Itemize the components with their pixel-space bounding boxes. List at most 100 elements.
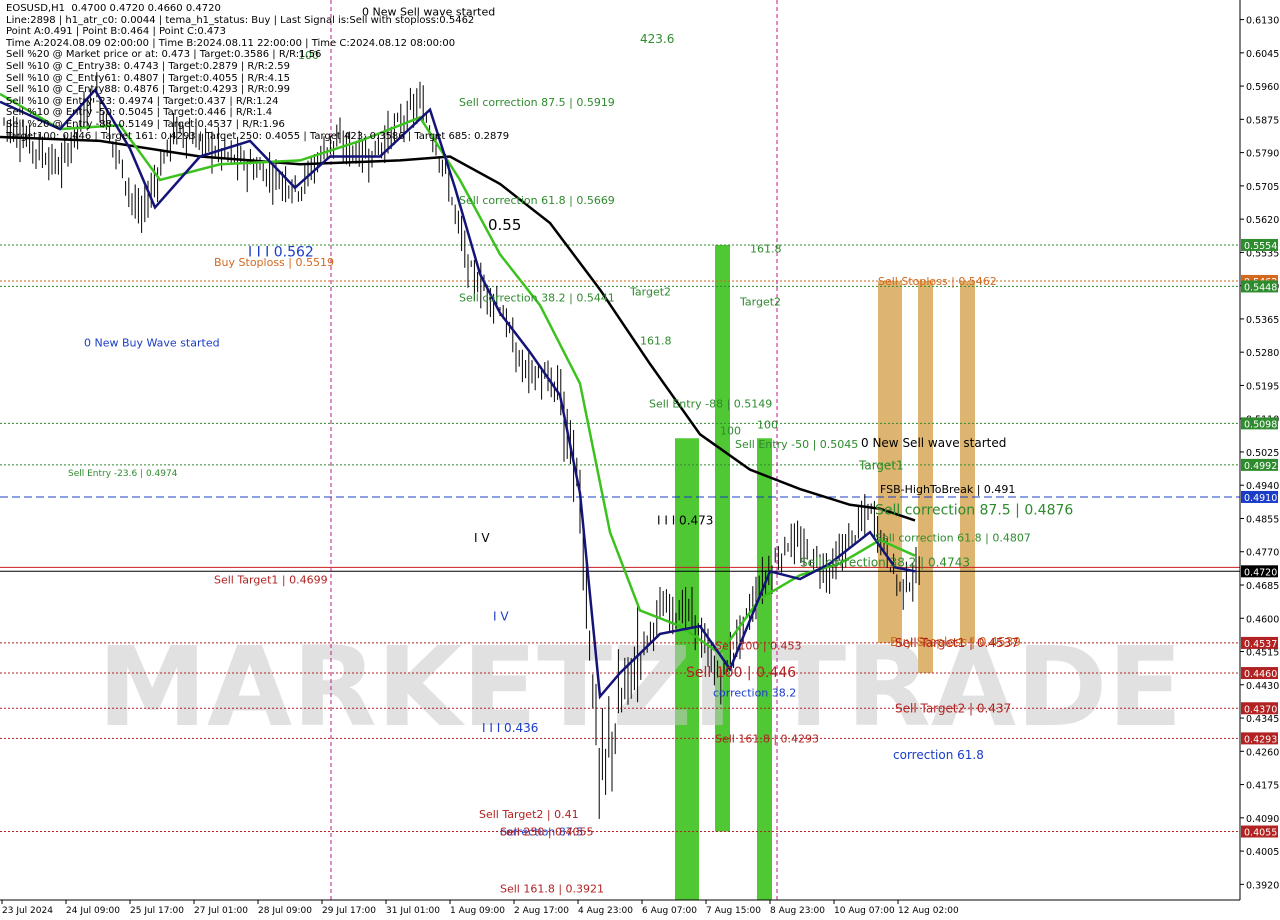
level-price-label: 0.4992 [1244, 461, 1277, 472]
price-tick-label: 0.4600 [1246, 614, 1279, 625]
time-tick-label: 1 Aug 09:00 [450, 906, 505, 916]
price-tick-label: 0.4855 [1246, 514, 1279, 525]
price-tick-label: 0.5620 [1246, 215, 1279, 226]
chart-annotation: Sell Target2 | 0.41 [479, 808, 579, 821]
price-tick-label: 0.5280 [1246, 348, 1279, 359]
level-price-label: 0.4370 [1244, 704, 1277, 715]
time-tick-label: 29 Jul 17:00 [322, 906, 376, 916]
chart-annotation: Sell Target1 | 0.4699 [214, 574, 328, 587]
chart-annotation: I I I 0.436 [482, 721, 538, 735]
chart-annotation: Sell Entry -50 | 0.5045 [735, 438, 858, 451]
info-line: Sell %20 @ Market price or at: 0.473 | T… [6, 49, 322, 61]
time-tick-label: 28 Jul 09:00 [258, 906, 312, 916]
chart-annotation: 0.55 [488, 216, 521, 234]
chart-annotation: correction 61.8 [893, 748, 984, 762]
info-line: Sell %10 @ C_Entry61: 0.4807 | Target:0.… [6, 72, 291, 84]
chart-annotation: Target1 [858, 459, 904, 473]
chart-annotation: Sell Target2 | 0.437 [895, 701, 1011, 715]
info-line: Time A:2024.08.09 02:00:00 | Time B:2024… [6, 37, 456, 49]
time-tick-label: 8 Aug 23:00 [770, 906, 825, 916]
chart-annotation: Sell 250 | 0.4055 [500, 826, 594, 839]
info-panel: EOSUSD,H1 0.4700 0.4720 0.4660 0.4720 Lin… [6, 3, 509, 142]
time-tick-label: 24 Jul 09:00 [66, 906, 120, 916]
chart-annotation: I V [493, 609, 509, 623]
time-tick-label: 4 Aug 23:00 [578, 906, 633, 916]
price-tick-label: 0.5365 [1246, 315, 1279, 326]
chart-annotation: Sell Stoploss | 0.5462 [878, 275, 997, 288]
chart-annotation: Sell Entry -88 | 0.5149 [649, 397, 772, 410]
level-price-label: 0.5448 [1244, 282, 1277, 293]
info-line: Sell %10 @ C_Entry88: 0.4876 | Target:0.… [6, 84, 291, 96]
info-line: Line:2898 | h1_atr_c0: 0.0044 | tema_h1_… [6, 14, 475, 26]
time-tick-label: 31 Jul 01:00 [386, 906, 440, 916]
chart-annotation: 100 [757, 419, 778, 432]
info-line: Sell %10 @ Entry -50: 0.5045 | Target:0.… [6, 107, 273, 119]
price-tick-label: 0.4175 [1246, 781, 1279, 792]
price-tick-label: 0.4770 [1246, 548, 1279, 559]
chart-annotation: Sell correction 38.2 | 0.4743 [800, 555, 970, 569]
price-tick-label: 0.5960 [1246, 82, 1279, 93]
level-price-label: 0.5098 [1244, 419, 1277, 430]
time-tick-label: 6 Aug 07:00 [642, 906, 697, 916]
price-tick-label: 0.4430 [1246, 681, 1279, 692]
chart-annotation: Sell 100 | 0.453 [715, 640, 802, 653]
time-tick-label: 25 Jul 17:00 [130, 906, 184, 916]
price-tick-label: 0.4005 [1246, 847, 1279, 858]
chart-annotation: FSB-HighToBreak | 0.491 [880, 483, 1015, 496]
chart-annotation: 161.8 [750, 242, 782, 255]
price-tick-label: 0.5025 [1246, 448, 1279, 459]
chart-annotation: Sell 161.8 | 0.3921 [500, 882, 604, 895]
chart-annotation: Sell correction 61.8 | 0.5669 [459, 194, 615, 207]
price-tick-label: 0.5195 [1246, 381, 1279, 392]
level-price-label: 0.5554 [1244, 241, 1277, 252]
chart-annotation: Sell correction 87.5 | 0.4876 [875, 502, 1073, 518]
chart-annotation: Target2 [739, 295, 781, 308]
info-line: Sell %10 @ Entry -23: 0.4974 | Target:0.… [6, 95, 279, 107]
price-axis: 0.6130 0.6045 0.5960 0.5875 0.5790 0.5705 0.56… [1239, 0, 1279, 900]
price-tick-label: 0.6130 [1246, 16, 1279, 27]
level-price-label: 0.4910 [1244, 493, 1277, 504]
price-tick-label: 0.4685 [1246, 581, 1279, 592]
time-tick-label: 12 Aug 02:00 [898, 906, 959, 916]
chart-annotation: Sell Entry -23.6 | 0.4974 [68, 469, 178, 479]
time-tick-label: 27 Jul 01:00 [194, 906, 248, 916]
chart-annotation: Target2 [629, 286, 671, 299]
price-tick-label: 0.5705 [1246, 182, 1279, 193]
chart-annotation: 0 New Buy Wave started [84, 336, 220, 349]
chart-annotation: 423.6 [640, 32, 674, 46]
sell-zone-2 [918, 280, 933, 674]
info-line: Target100: 0.446 | Target 161: 0.4293 | … [6, 130, 510, 142]
time-tick-label: 2 Aug 17:00 [514, 906, 569, 916]
info-line: Sell %10 @ C_Entry38: 0.4743 | Target:0.… [6, 60, 291, 72]
time-tick-label: 7 Aug 15:00 [706, 906, 761, 916]
info-line: EOSUSD,H1 0.4700 0.4720 0.4660 0.4720 [6, 3, 221, 14]
chart-annotation: 0 New Sell wave started [861, 436, 1006, 450]
price-tick-label: 0.4940 [1246, 481, 1279, 492]
chart-annotation: I V [474, 531, 490, 545]
time-axis: 23 Jul 2024 24 Jul 09:00 25 Jul 17:00 27 Ju… [0, 899, 1240, 916]
level-price-label: 0.4460 [1244, 669, 1277, 680]
chart-annotation: 161.8 [640, 334, 672, 347]
level-price-label: 0.4537 [1244, 639, 1277, 650]
price-tick-label: 0.5790 [1246, 149, 1279, 160]
level-price-label: 0.4293 [1244, 734, 1277, 745]
chart-annotation: Sell Target1 | 0.4537 [895, 636, 1019, 650]
chart-annotation: Sell 100 | 0.446 [686, 665, 796, 681]
sell-zone-3 [960, 280, 975, 643]
price-tick-label: 0.4260 [1246, 747, 1279, 758]
price-tick-label: 0.4090 [1246, 814, 1279, 825]
chart-annotation: Sell correction 38.2 | 0.5441 [459, 291, 615, 304]
chart-annotation: 100 [720, 424, 741, 437]
level-price-label: 0.4055 [1244, 828, 1277, 839]
chart-annotation: Sell 161.8 | 0.4293 [715, 732, 819, 745]
price-tick-label: 0.4345 [1246, 714, 1279, 725]
info-line: Sell %20 @ Entry -88: 0.5149 | Target:0.… [6, 118, 285, 130]
info-line: Point A:0.491 | Point B:0.464 | Point C:… [6, 26, 226, 38]
price-tick-label: 0.3920 [1246, 880, 1279, 891]
chart-annotation: correction 38.2 [713, 687, 796, 700]
time-tick-label: 23 Jul 2024 [2, 906, 53, 916]
price-tick-label: 0.5875 [1246, 115, 1279, 126]
chart-annotation: I I I 0.473 [657, 513, 713, 527]
level-price-label: 0.4720 [1244, 567, 1277, 578]
time-tick-label: 10 Aug 07:00 [834, 906, 895, 916]
